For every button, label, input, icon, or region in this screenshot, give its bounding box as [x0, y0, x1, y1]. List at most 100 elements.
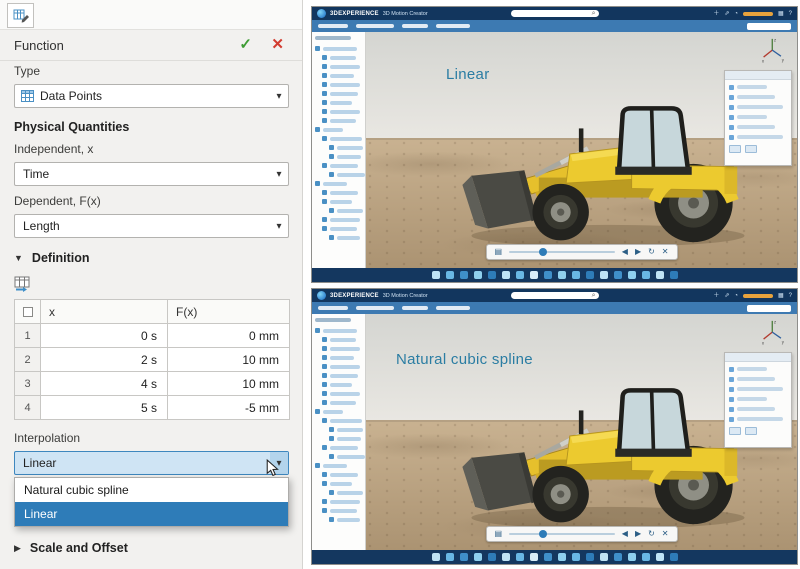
tree-item[interactable]	[312, 125, 365, 134]
tree-item[interactable]	[312, 407, 365, 416]
panel-row[interactable]	[725, 92, 791, 102]
scale-offset-section-header[interactable]: ▶ Scale and Offset	[14, 541, 128, 555]
tree-item[interactable]	[312, 452, 365, 461]
panel-button[interactable]	[745, 427, 757, 435]
help-icon[interactable]: ?	[789, 293, 792, 299]
playlist-icon[interactable]: ▤	[495, 530, 503, 538]
tree-item[interactable]	[312, 98, 365, 107]
import-table-icon[interactable]	[14, 276, 32, 298]
timeline-slider[interactable]	[509, 533, 615, 535]
tree-item[interactable]	[312, 488, 365, 497]
toolbar-icon[interactable]	[530, 553, 538, 561]
toolbar-icon[interactable]	[432, 271, 440, 279]
tree-item[interactable]	[312, 62, 365, 71]
tree-item[interactable]	[312, 116, 365, 125]
panel-button[interactable]	[745, 145, 757, 153]
search-input[interactable]: ⌕	[511, 10, 599, 17]
toolbar-icon[interactable]	[502, 553, 510, 561]
toolbar-icon[interactable]	[516, 271, 524, 279]
independent-dropdown[interactable]: Time ▾	[14, 162, 289, 186]
toolbar-icon[interactable]	[656, 271, 664, 279]
panel-button[interactable]	[729, 427, 741, 435]
toolbar-icon[interactable]	[488, 553, 496, 561]
option-natural-cubic-spline[interactable]: Natural cubic spline	[15, 478, 288, 502]
tree-item[interactable]	[312, 53, 365, 62]
toolbar-icon[interactable]	[460, 271, 468, 279]
menu-item[interactable]	[436, 306, 470, 310]
toolbar-icon[interactable]	[558, 271, 566, 279]
toolbar-icon[interactable]	[572, 553, 580, 561]
tree-item[interactable]	[312, 425, 365, 434]
cell-fx[interactable]: 10 mm	[168, 348, 290, 372]
tree-item[interactable]	[312, 380, 365, 389]
toolbar-icon[interactable]	[614, 553, 622, 561]
orientation-triad-icon[interactable]: z x y	[761, 318, 787, 348]
toolbar-icon[interactable]	[642, 271, 650, 279]
tree-item[interactable]	[312, 353, 365, 362]
toolbar-icon[interactable]	[670, 271, 678, 279]
tree-item[interactable]	[312, 188, 365, 197]
table-row[interactable]: 4 5 s -5 mm	[15, 396, 290, 420]
menu-item[interactable]	[356, 24, 394, 28]
confirm-button[interactable]: ✓	[239, 35, 252, 53]
timeline-handle[interactable]	[539, 530, 547, 538]
tree-item[interactable]	[312, 398, 365, 407]
tree-item[interactable]	[312, 461, 365, 470]
menu-item[interactable]	[318, 306, 348, 310]
tree-item[interactable]	[312, 497, 365, 506]
toolbar-icon[interactable]	[488, 271, 496, 279]
toolbar-icon[interactable]	[656, 553, 664, 561]
toolbar-search-input[interactable]	[747, 305, 791, 312]
add-icon[interactable]: ＋	[713, 293, 719, 299]
search-input[interactable]: ⌕	[511, 292, 599, 299]
3d-viewport[interactable]: Natural cubic spline z x y	[366, 314, 797, 550]
toolbar-icon[interactable]	[544, 271, 552, 279]
bell-icon[interactable]: ◔	[734, 11, 738, 17]
toolbar-icon[interactable]	[474, 553, 482, 561]
tree-item[interactable]	[312, 479, 365, 488]
cancel-button[interactable]: ✕	[271, 35, 284, 53]
panel-row[interactable]	[725, 404, 791, 414]
playlist-icon[interactable]: ▤	[495, 248, 503, 256]
tree-item[interactable]	[312, 152, 365, 161]
toolbar-icon[interactable]	[474, 271, 482, 279]
close-playback-icon[interactable]: ✕	[662, 248, 669, 256]
tree-item[interactable]	[312, 416, 365, 425]
tree-item[interactable]	[312, 362, 365, 371]
cell-x[interactable]: 4 s	[41, 372, 168, 396]
toolbar-icon[interactable]	[600, 271, 608, 279]
toolbar-icon[interactable]	[642, 553, 650, 561]
panel-row[interactable]	[725, 414, 791, 424]
share-icon[interactable]: ⇗	[724, 11, 729, 17]
bell-icon[interactable]: ◔	[734, 293, 738, 299]
tree-item[interactable]	[312, 434, 365, 443]
toolbar-icon[interactable]	[600, 553, 608, 561]
cell-x[interactable]: 5 s	[41, 396, 168, 420]
toolbar-icon[interactable]	[516, 553, 524, 561]
panel-row[interactable]	[725, 122, 791, 132]
timeline-handle[interactable]	[539, 248, 547, 256]
toolbar-icon[interactable]	[544, 553, 552, 561]
tree-item[interactable]	[312, 335, 365, 344]
panel-row[interactable]	[725, 112, 791, 122]
tree-item[interactable]	[312, 215, 365, 224]
toolbar-icon[interactable]	[586, 271, 594, 279]
tree-item[interactable]	[312, 170, 365, 179]
tree-item[interactable]	[312, 515, 365, 524]
tree-item[interactable]	[312, 506, 365, 515]
timeline-slider[interactable]	[509, 251, 615, 253]
user-name-badge[interactable]	[743, 294, 773, 298]
cell-fx[interactable]: 10 mm	[168, 372, 290, 396]
panel-row[interactable]	[725, 374, 791, 384]
toolbar-search-input[interactable]	[747, 23, 791, 30]
toolbar-icon[interactable]	[432, 553, 440, 561]
option-linear[interactable]: Linear	[15, 502, 288, 526]
panel-button[interactable]	[729, 145, 741, 153]
close-playback-icon[interactable]: ✕	[662, 530, 669, 538]
tree-item[interactable]	[312, 107, 365, 116]
function-tab-icon[interactable]	[7, 3, 34, 28]
tree-item[interactable]	[312, 161, 365, 170]
step-back-icon[interactable]: ◀	[622, 248, 628, 256]
toolbar-icon[interactable]	[572, 271, 580, 279]
menu-item[interactable]	[402, 24, 428, 28]
